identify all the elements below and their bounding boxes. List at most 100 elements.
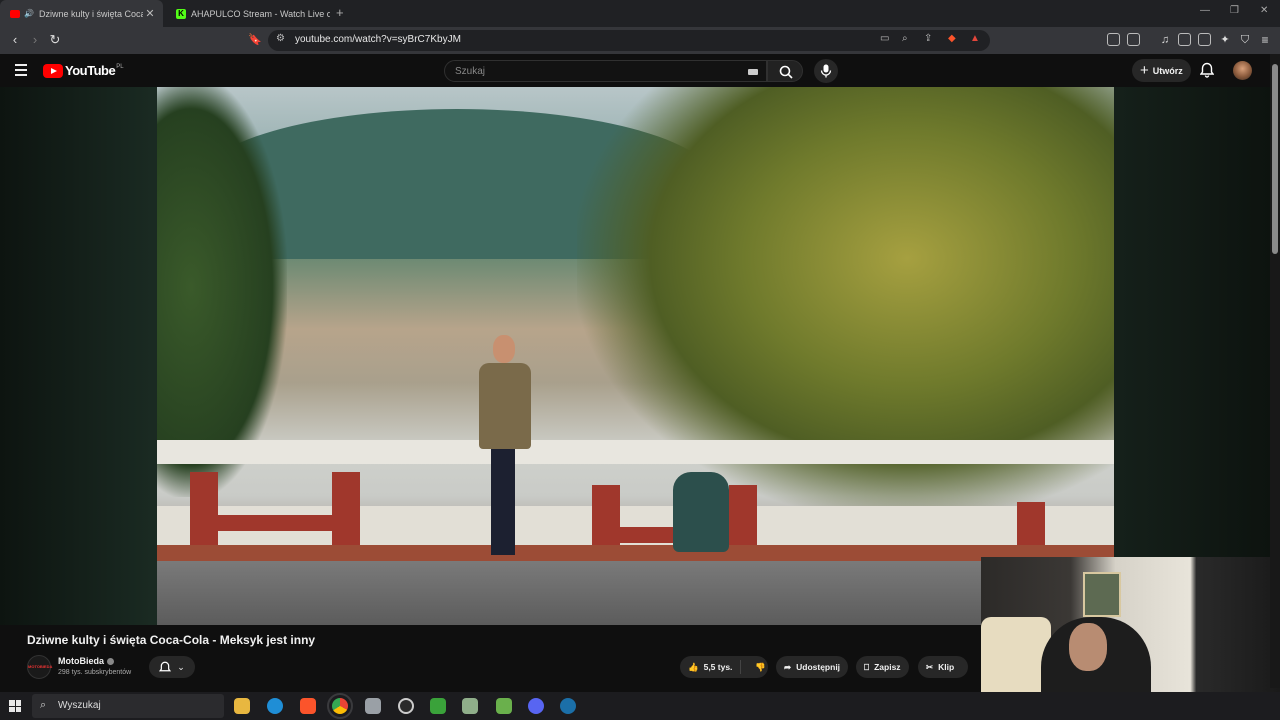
windows-start-icon[interactable] [9,700,21,712]
keyboard-icon[interactable] [748,69,758,75]
create-label: Utwórz [1152,65,1183,76]
discord-icon[interactable] [528,698,544,714]
wall-poster [1083,572,1121,617]
taskbar-search-placeholder: Wyszukaj [58,700,101,711]
brave-rewards-icon[interactable]: ▲ [970,33,980,44]
youtube-header: YouTube PL Szukaj + Utwórz [0,54,1280,87]
taskbar-search-input[interactable]: ⌕ Wyszukaj [32,694,224,718]
clip-label: Klip [938,662,955,672]
edge-icon[interactable] [267,698,283,714]
tab-title: Dziwne kulty i święta Coca-Co [38,8,143,19]
create-button[interactable]: + Utwórz [1132,59,1191,82]
save-label: Zapisz [874,662,901,672]
app-icon[interactable] [365,698,381,714]
browser-tab-bar: 🔊 Dziwne kulty i święta Coca-Co ✕ K AHAP… [0,0,1280,27]
ai-assistant-icon[interactable]: ✦ [1217,32,1233,48]
vpn-icon[interactable]: ⛉ [1237,32,1253,48]
video-frame-bench [190,472,218,546]
wallet-icon[interactable] [1198,33,1211,46]
channel-name-row[interactable]: MotoBieda [58,656,114,666]
obs-icon[interactable] [398,698,414,714]
search-input[interactable]: Szukaj [444,60,767,82]
reload-icon[interactable]: ↻ [47,32,63,48]
youtube-favicon-icon [10,9,20,18]
tab-title: AHAPULCO Stream - Watch Live on K [191,8,330,19]
sidebar-icon[interactable] [1178,33,1191,46]
music-icon[interactable]: ♫ [1157,32,1173,48]
bell-icon [159,661,172,671]
minimize-icon[interactable]: — [1200,5,1210,16]
tab-kick[interactable]: K AHAPULCO Stream - Watch Live on K [168,0,330,27]
voice-search-button[interactable] [814,59,838,83]
video-frame-curb [157,545,1114,561]
site-info-icon[interactable]: ⚙ [276,33,285,44]
subscriber-count: 298 tys. subskrybentów [58,669,132,676]
brave-shield-icon[interactable]: ◆ [948,33,956,44]
windows-taskbar: ⌕ Wyszukaj [0,692,1280,720]
tab-youtube[interactable]: 🔊 Dziwne kulty i święta Coca-Co ✕ [0,0,163,27]
bookmark-icon[interactable]: 🔖 [247,32,263,48]
scrollbar-thumb[interactable] [1272,64,1278,254]
video-player[interactable] [157,87,1114,625]
hamburger-menu-icon[interactable] [15,64,27,79]
dislike-button[interactable]: 👎 [746,662,775,673]
address-bar[interactable]: ⚙ youtube.com/watch?v=syBrC7KbyJM ▭ ⌕ ⇪ … [268,30,990,51]
browser-menu-icon[interactable]: ≡ [1257,32,1273,48]
brave-icon[interactable] [300,698,316,714]
youtube-play-icon [43,63,63,78]
video-frame-person [475,335,535,555]
channel-avatar[interactable]: MOTOBIEDA [27,655,52,679]
screenshot-icon[interactable] [1127,33,1140,46]
chevron-down-icon: ⌄ [177,661,185,672]
search-icon [779,65,793,79]
close-window-icon[interactable]: ✕ [1260,5,1268,16]
zoom-icon[interactable]: ⌕ [902,33,908,44]
like-count: 5,5 tys. [703,662,733,672]
share-label: Udostępnij [796,662,841,672]
thumbs-down-icon: 👎 [755,661,767,672]
subscription-bell-button[interactable]: ⌄ [149,656,195,678]
forward-icon[interactable]: › [27,32,43,48]
channel-name[interactable]: MotoBieda [58,656,104,666]
streamer-face [1069,623,1107,671]
save-button[interactable]: ⎕ Zapisz [856,656,909,678]
thumbs-up-icon: 👍 [688,661,699,672]
kick-favicon-icon: K [176,8,186,19]
audio-playing-icon[interactable]: 🔊 [24,9,34,18]
share-page-icon[interactable]: ⇪ [924,33,932,44]
restore-icon[interactable]: ❐ [1230,5,1239,16]
chrome-icon[interactable] [327,693,353,719]
close-tab-icon[interactable]: ✕ [143,7,157,20]
address-toolbar: ‹ › ↻ 🔖 ⚙ youtube.com/watch?v=syBrC7KbyJ… [0,27,1280,54]
scissors-icon: ✂ [926,661,934,672]
search-button[interactable] [767,60,803,82]
cast-icon[interactable]: ▭ [880,33,889,44]
clip-button[interactable]: ✂ Klip [918,656,968,678]
video-frame-tree-left [157,87,287,497]
bookmark-save-icon: ⎕ [864,661,870,672]
video-frame-bench [332,472,360,546]
notifications-bell-icon[interactable] [1200,62,1214,78]
youtube-logo[interactable]: YouTube PL [43,63,124,78]
page-scrollbar[interactable] [1270,54,1280,688]
share-button[interactable]: ➦ Udostępnij [776,656,849,678]
like-button[interactable]: 👍 5,5 tys. [680,660,742,674]
search-placeholder: Szukaj [455,66,486,77]
search-icon: ⌕ [40,699,47,711]
back-icon[interactable]: ‹ [7,32,23,48]
country-code: PL [116,63,124,70]
video-title: Dziwne kulty i święta Coca-Cola - Meksyk… [27,633,316,647]
app4-icon[interactable] [496,698,512,714]
app2-icon[interactable] [430,698,446,714]
user-avatar[interactable] [1233,61,1252,80]
app3-icon[interactable] [462,698,478,714]
video-frame-road [157,561,1114,625]
share-icon: ➦ [784,661,792,672]
steam-icon[interactable] [560,698,576,714]
verified-icon [107,658,114,666]
microphone-icon [820,64,832,78]
extensions-icon[interactable] [1107,33,1120,46]
file-explorer-icon[interactable] [234,698,250,714]
new-tab-button[interactable]: + [336,5,344,20]
plus-icon: + [1140,62,1149,79]
